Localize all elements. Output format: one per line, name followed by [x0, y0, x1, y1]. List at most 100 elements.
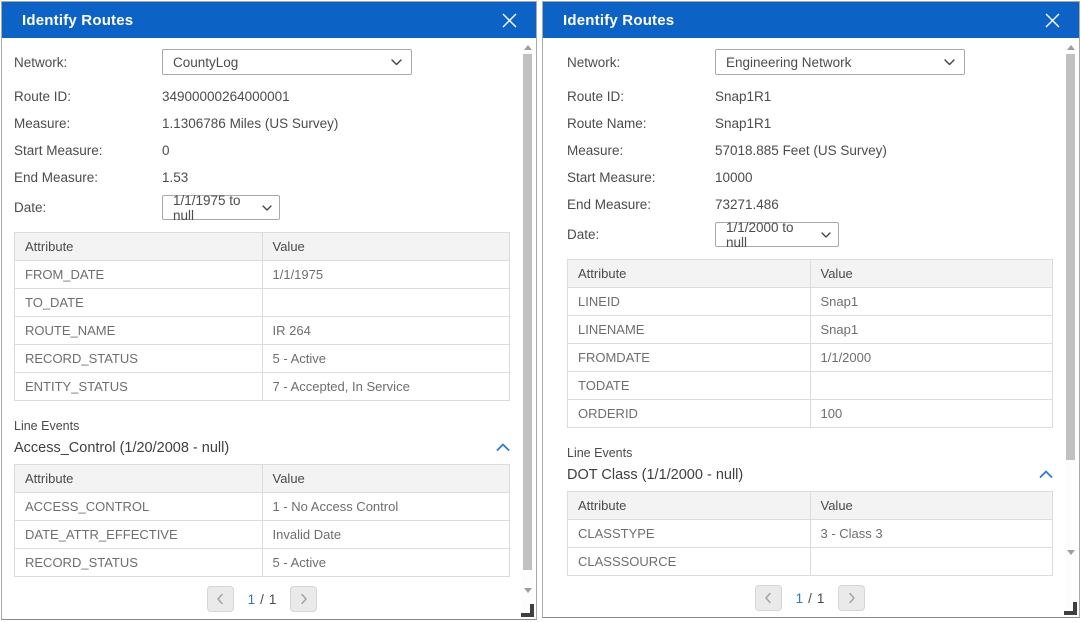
route-attribute-table: Attribute Value FROM_DATE1/1/1975 TO_DAT…	[14, 232, 510, 401]
chevron-down-icon	[391, 59, 402, 66]
start-measure-label: Start Measure:	[567, 170, 715, 185]
table-row: LINEIDSnap1	[568, 288, 1053, 316]
resize-grip-icon[interactable]	[1064, 602, 1077, 615]
table-row: TO_DATE	[15, 289, 510, 317]
route-id-value: 34900000264000001	[162, 89, 290, 104]
line-event-section-header[interactable]: Access_Control (1/20/2008 - null)	[14, 439, 510, 457]
table-row: CLASSTYPE3 - Class 3	[568, 520, 1053, 548]
dialog-titlebar[interactable]: Identify Routes	[543, 2, 1079, 38]
identify-routes-dialog-right: Identify Routes Network: Engineering Net…	[542, 1, 1080, 618]
table-header-row: Attribute Value	[568, 492, 1053, 520]
next-page-button[interactable]	[838, 585, 865, 611]
network-label: Network:	[567, 55, 715, 70]
line-events-label: Line Events	[567, 446, 1053, 460]
table-row: RECORD_STATUS5 - Active	[15, 345, 510, 373]
value-cell: Invalid Date	[262, 521, 510, 549]
measure-value: 57018.885 Feet (US Survey)	[715, 143, 887, 158]
start-measure-label: Start Measure:	[14, 143, 162, 158]
attribute-cell: LINENAME	[568, 316, 811, 344]
table-row: ENTITY_STATUS7 - Accepted, In Service	[15, 373, 510, 401]
value-cell: Snap1	[810, 316, 1053, 344]
dialog-content: Network: Engineering Network Route ID: S…	[543, 38, 1079, 617]
date-select-value: 1/1/2000 to null	[726, 220, 813, 250]
network-select[interactable]: CountyLog	[162, 49, 412, 75]
date-select-value: 1/1/1975 to null	[173, 193, 254, 223]
resize-grip-icon[interactable]	[521, 604, 534, 617]
end-measure-field: End Measure: 73271.486	[567, 195, 1053, 213]
table-row: DATE_ATTR_EFFECTIVEInvalid Date	[15, 521, 510, 549]
attribute-cell: FROMDATE	[568, 344, 811, 372]
value-cell	[262, 289, 510, 317]
page-separator: /	[260, 592, 264, 607]
page-indicator: 1 / 1	[248, 592, 277, 607]
scroll-up-icon[interactable]	[524, 45, 532, 50]
attribute-cell: RECORD_STATUS	[15, 549, 263, 577]
close-icon[interactable]	[1041, 9, 1063, 31]
table-row: ORDERID100	[568, 400, 1053, 428]
attribute-cell: FROM_DATE	[15, 261, 263, 289]
network-select[interactable]: Engineering Network	[715, 49, 965, 75]
network-select-value: CountyLog	[173, 55, 238, 70]
attribute-cell: TODATE	[568, 372, 811, 400]
scrollbar-thumb[interactable]	[523, 54, 532, 570]
scrollbar-thumb[interactable]	[1066, 54, 1075, 460]
next-page-button[interactable]	[290, 586, 317, 612]
scroll-up-icon[interactable]	[1067, 45, 1075, 50]
value-column-header: Value	[262, 465, 510, 493]
attribute-cell: RECORD_STATUS	[15, 345, 263, 373]
current-page: 1	[796, 591, 804, 606]
close-icon[interactable]	[498, 9, 520, 31]
end-measure-value: 73271.486	[715, 197, 779, 212]
network-field: Network: Engineering Network	[567, 49, 1053, 75]
chevron-up-icon[interactable]	[496, 439, 510, 457]
page-separator: /	[808, 591, 812, 606]
route-id-label: Route ID:	[567, 89, 715, 104]
table-row: RECORD_STATUS5 - Active	[15, 549, 510, 577]
vertical-scrollbar[interactable]	[1065, 42, 1076, 613]
value-cell: 7 - Accepted, In Service	[262, 373, 510, 401]
line-event-section-title: DOT Class (1/1/2000 - null)	[567, 467, 743, 483]
scroll-down-icon[interactable]	[1067, 550, 1075, 555]
table-row: FROM_DATE1/1/1975	[15, 261, 510, 289]
current-page: 1	[248, 592, 256, 607]
value-cell	[810, 372, 1053, 400]
route-attribute-table: Attribute Value LINEIDSnap1 LINENAMESnap…	[567, 259, 1053, 428]
table-row: ACCESS_CONTROL1 - No Access Control	[15, 493, 510, 521]
date-select[interactable]: 1/1/2000 to null	[715, 222, 839, 247]
network-field: Network: CountyLog	[14, 49, 510, 75]
measure-field: Measure: 1.1306786 Miles (US Survey)	[14, 114, 510, 132]
chevron-down-icon	[821, 232, 831, 238]
date-select[interactable]: 1/1/1975 to null	[162, 195, 280, 220]
attribute-cell: TO_DATE	[15, 289, 263, 317]
date-field: Date: 1/1/1975 to null	[14, 195, 510, 220]
route-id-field: Route ID: 34900000264000001	[14, 87, 510, 105]
table-row: FROMDATE1/1/2000	[568, 344, 1053, 372]
attribute-column-header: Attribute	[15, 233, 263, 261]
value-column-header: Value	[262, 233, 510, 261]
attribute-column-header: Attribute	[568, 492, 811, 520]
identify-routes-dialog-left: Identify Routes Network: CountyLog Route…	[1, 1, 537, 620]
measure-label: Measure:	[567, 143, 715, 158]
vertical-scrollbar[interactable]	[522, 42, 533, 615]
network-select-value: Engineering Network	[726, 55, 851, 70]
attribute-cell: ACCESS_CONTROL	[15, 493, 263, 521]
scroll-down-icon[interactable]	[524, 588, 532, 593]
value-cell: 1 - No Access Control	[262, 493, 510, 521]
start-measure-value: 0	[162, 143, 170, 158]
total-pages: 1	[269, 592, 277, 607]
dialog-title: Identify Routes	[563, 12, 674, 29]
attribute-cell: ORDERID	[568, 400, 811, 428]
previous-page-button[interactable]	[207, 586, 234, 612]
attribute-cell: DATE_ATTR_EFFECTIVE	[15, 521, 263, 549]
table-row: TODATE	[568, 372, 1053, 400]
previous-page-button[interactable]	[755, 585, 782, 611]
dialog-titlebar[interactable]: Identify Routes	[2, 2, 536, 38]
chevron-up-icon[interactable]	[1039, 466, 1053, 484]
line-event-attribute-table: Attribute Value ACCESS_CONTROL1 - No Acc…	[14, 464, 510, 577]
value-cell: IR 264	[262, 317, 510, 345]
attribute-column-header: Attribute	[15, 465, 263, 493]
table-row: LINENAMESnap1	[568, 316, 1053, 344]
attribute-cell: CLASSTYPE	[568, 520, 811, 548]
line-event-section-header[interactable]: DOT Class (1/1/2000 - null)	[567, 466, 1053, 484]
line-event-attribute-table: Attribute Value CLASSTYPE3 - Class 3 CLA…	[567, 491, 1053, 576]
